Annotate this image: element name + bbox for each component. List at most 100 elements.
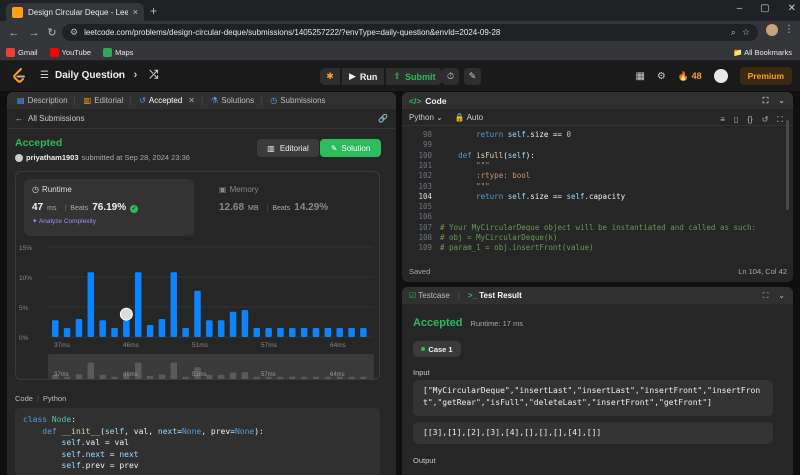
user-avatar[interactable] bbox=[713, 69, 728, 83]
editorial-button[interactable]: ▥ Editorial bbox=[257, 139, 319, 157]
tab-description[interactable]: ▤ Description | bbox=[13, 96, 80, 105]
tab-editorial[interactable]: ▥ Editorial | bbox=[80, 96, 136, 105]
bookmark-gmail[interactable]: Gmail bbox=[6, 47, 38, 57]
runtime-beats-label: Beats bbox=[70, 205, 89, 212]
prev-problem-icon[interactable]: ‹ bbox=[118, 69, 122, 82]
chart-bar bbox=[75, 319, 83, 337]
debug-button[interactable]: ✱ bbox=[320, 68, 340, 85]
link-icon[interactable]: 🔗 bbox=[378, 114, 388, 123]
fullscreen-icon[interactable]: ⛶ bbox=[777, 115, 783, 125]
overview-bar bbox=[300, 376, 308, 379]
username[interactable]: priyatham1903 bbox=[26, 153, 79, 162]
collapse-panel-icon[interactable]: ⌄ bbox=[778, 291, 785, 301]
x-tick-label: 37ms bbox=[54, 342, 71, 349]
tab-solutions[interactable]: ⚗ Solutions | bbox=[207, 96, 266, 105]
code-label: Code bbox=[15, 394, 33, 403]
runtime-distribution-chart[interactable]: 15% 10% 5% 0% 37ms 46ms 51ms 57ms 64ms 37ms 46ms 51… bbox=[16, 239, 381, 381]
overview-tick-label: 46ms bbox=[123, 372, 138, 378]
tab-submissions[interactable]: ◷ Submissions bbox=[266, 96, 329, 105]
solution-button[interactable]: ✎ Solution bbox=[320, 139, 381, 157]
bookmark-maps[interactable]: Maps bbox=[103, 47, 133, 57]
address-bar[interactable]: ⚙ leetcode.com/problems/design-circular-… bbox=[62, 24, 758, 41]
submit-button[interactable]: ⇪ Submit bbox=[386, 68, 443, 85]
format-icon[interactable]: ≡ bbox=[720, 115, 725, 125]
autocomplete-mode[interactable]: 🔒 Auto bbox=[455, 113, 483, 122]
collapse-panel-icon[interactable]: ⌄ bbox=[778, 96, 785, 106]
maximize-panel-icon[interactable]: ⛶ bbox=[763, 291, 769, 301]
close-tab-icon[interactable]: ✕ bbox=[188, 96, 195, 105]
input-operations[interactable]: ["MyCircularDeque","insertLast","insertL… bbox=[413, 380, 773, 416]
x-tick-label: 57ms bbox=[261, 342, 278, 349]
check-badge-icon: ✓ bbox=[130, 205, 139, 213]
chart-bar bbox=[158, 319, 166, 337]
chart-bar bbox=[194, 290, 201, 337]
all-submissions-link[interactable]: ← All Submissions 🔗 bbox=[7, 109, 396, 129]
overview-bar bbox=[87, 362, 95, 379]
daily-question-nav[interactable]: ☰ Daily Question ‹ › ⤮ bbox=[40, 69, 158, 82]
gmail-icon bbox=[6, 47, 15, 57]
input-arguments[interactable]: [[3],[1],[2],[3],[4],[],[],[],[4],[]] bbox=[413, 422, 773, 444]
site-info-icon[interactable]: ⚙ bbox=[70, 27, 78, 38]
scrollbar[interactable] bbox=[785, 120, 790, 210]
back-arrow-icon[interactable]: ← bbox=[6, 25, 22, 41]
chart-bar bbox=[182, 328, 189, 337]
close-window-icon[interactable]: ✕ bbox=[788, 3, 796, 14]
run-button[interactable]: ▶ Run bbox=[342, 68, 385, 85]
timer-icon[interactable]: ⏱ bbox=[442, 68, 459, 85]
runtime-card[interactable]: ◷ Runtime 47 ms | Beats 76.19% ✓ ✦ Analyz… bbox=[24, 179, 194, 236]
bookmark-star-icon[interactable]: ☆ bbox=[742, 27, 750, 38]
tab-title: Design Circular Deque - LeetCode bbox=[28, 7, 128, 17]
runtime-unit: ms bbox=[47, 205, 57, 212]
fire-icon: 🔥 bbox=[677, 70, 690, 81]
overview-tick-label: 64ms bbox=[330, 372, 345, 378]
premium-button[interactable]: Premium bbox=[739, 67, 792, 85]
reset-code-icon[interactable]: ↺ bbox=[762, 115, 769, 125]
reload-icon[interactable]: ↻ bbox=[44, 25, 60, 41]
maximize-panel-icon[interactable]: ⛶ bbox=[763, 96, 769, 106]
leetcode-logo-icon[interactable] bbox=[12, 68, 26, 84]
tab-testcase[interactable]: ☑ Testcase bbox=[409, 291, 450, 300]
description-icon: ▤ bbox=[17, 96, 25, 105]
chip-icon: ▣ bbox=[219, 185, 227, 194]
zoom-icon[interactable]: ⌕ bbox=[731, 27, 736, 38]
tab-accepted[interactable]: ↺ Accepted ✕ | bbox=[135, 96, 207, 105]
memory-card[interactable]: ▣ Memory 12.68 MB | Beats 14.29% bbox=[211, 179, 381, 236]
submitted-code[interactable]: class Node: def __init__(self, val, next… bbox=[15, 408, 380, 475]
bookmark-youtube[interactable]: YouTube bbox=[49, 47, 91, 57]
analyze-complexity-link[interactable]: ✦ Analyze Complexity bbox=[32, 217, 186, 225]
case-1-tab[interactable]: Case 1 bbox=[413, 341, 461, 357]
memory-unit: MB bbox=[248, 205, 259, 212]
language-select[interactable]: Python ⌄ bbox=[409, 113, 443, 122]
chart-bar bbox=[348, 328, 355, 337]
minimize-icon[interactable]: – bbox=[737, 3, 743, 14]
extra-tools: ⏱ ✎ bbox=[442, 68, 481, 85]
bookmark-icon[interactable]: ▯ bbox=[734, 115, 738, 125]
browser-tab[interactable]: Design Circular Deque - LeetCode × bbox=[6, 3, 144, 21]
settings-gear-icon[interactable]: ⚙ bbox=[657, 71, 666, 82]
braces-icon[interactable]: {} bbox=[747, 115, 752, 125]
next-problem-icon[interactable]: › bbox=[134, 69, 138, 82]
x-tick-label: 46ms bbox=[123, 342, 140, 349]
forward-arrow-icon[interactable]: → bbox=[26, 25, 42, 41]
more-menu-icon[interactable]: ⋮ bbox=[784, 24, 794, 35]
test-runtime: Runtime: 17 ms bbox=[470, 319, 524, 328]
chart-bar bbox=[111, 328, 118, 337]
tab-test-result[interactable]: >_ Test Result bbox=[468, 291, 522, 300]
leetcode-header: ☰ Daily Question ‹ › ⤮ ✱ ▶ Run ⇪ Submit ⏱ … bbox=[0, 61, 800, 91]
chart-bar bbox=[360, 328, 367, 337]
profile-avatar[interactable] bbox=[766, 24, 778, 36]
layout-grid-icon[interactable]: ▦ bbox=[635, 71, 644, 82]
code-editor[interactable]: 98 return self.size == 0 99 100 def isFull… bbox=[402, 128, 793, 258]
all-bookmarks[interactable]: 📁 All Bookmarks bbox=[733, 48, 792, 57]
chart-bar bbox=[123, 320, 130, 337]
tab-close-icon[interactable]: × bbox=[133, 7, 138, 17]
streak-counter[interactable]: 🔥 48 bbox=[678, 71, 702, 82]
submission-info: Accepted priyatham1903 submitted at Sep … bbox=[15, 137, 190, 162]
notes-icon[interactable]: ✎ bbox=[464, 68, 481, 85]
new-tab-button[interactable]: + bbox=[150, 4, 157, 18]
submitted-time: submitted at Sep 28, 2024 23:36 bbox=[81, 153, 190, 162]
shuffle-icon[interactable]: ⤮ bbox=[149, 69, 158, 82]
daily-question-label: Daily Question bbox=[54, 70, 125, 81]
overview-tick-label: 51ms bbox=[192, 372, 207, 378]
maximize-icon[interactable]: ▢ bbox=[760, 3, 769, 14]
